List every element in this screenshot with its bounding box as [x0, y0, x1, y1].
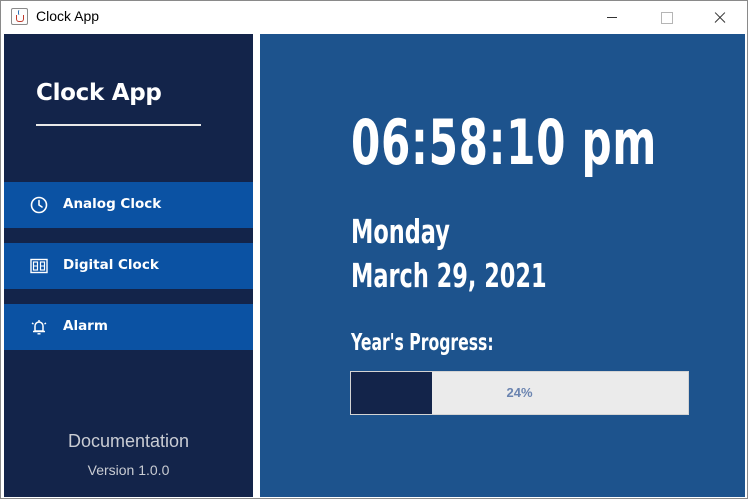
current-time: 06:58:10 pm	[351, 106, 657, 179]
app-window: Clock App Clock App Analog Clock Digital…	[0, 0, 748, 499]
version-label: Version 1.0.0	[87, 462, 170, 478]
main-panel: 06:58:10 pm Monday March 29, 2021 Year's…	[260, 34, 745, 497]
year-progress-percent: 24%	[506, 385, 533, 400]
sidebar-item-label: Analog Clock	[63, 196, 162, 212]
window-title: Clock App	[36, 8, 100, 24]
sidebar-item-alarm[interactable]: Alarm	[4, 304, 253, 350]
sidebar-brand: Clock App	[36, 80, 162, 106]
sidebar: Clock App Analog Clock Digital Clock Ala…	[4, 34, 253, 497]
sidebar-item-digital-clock[interactable]: Digital Clock	[4, 243, 253, 289]
minimize-button[interactable]	[589, 1, 635, 33]
digital-display-icon	[30, 257, 48, 275]
clock-icon	[30, 196, 48, 214]
alarm-bell-icon	[30, 318, 48, 336]
sidebar-item-analog-clock[interactable]: Analog Clock	[4, 182, 253, 228]
java-app-icon	[11, 8, 28, 25]
close-button[interactable]	[697, 1, 743, 33]
current-date: March 29, 2021	[351, 256, 547, 295]
sidebar-item-label: Alarm	[63, 318, 108, 334]
year-progress-label: Year's Progress:	[351, 330, 494, 356]
documentation-link[interactable]: Documentation	[4, 431, 253, 452]
maximize-button[interactable]	[643, 1, 689, 33]
title-bar: Clock App	[1, 1, 747, 33]
year-progress-bar: 24%	[350, 371, 689, 415]
brand-divider	[36, 124, 201, 126]
client-area: Clock App Analog Clock Digital Clock Ala…	[4, 34, 745, 497]
current-day: Monday	[351, 212, 450, 251]
sidebar-item-label: Digital Clock	[63, 257, 159, 273]
